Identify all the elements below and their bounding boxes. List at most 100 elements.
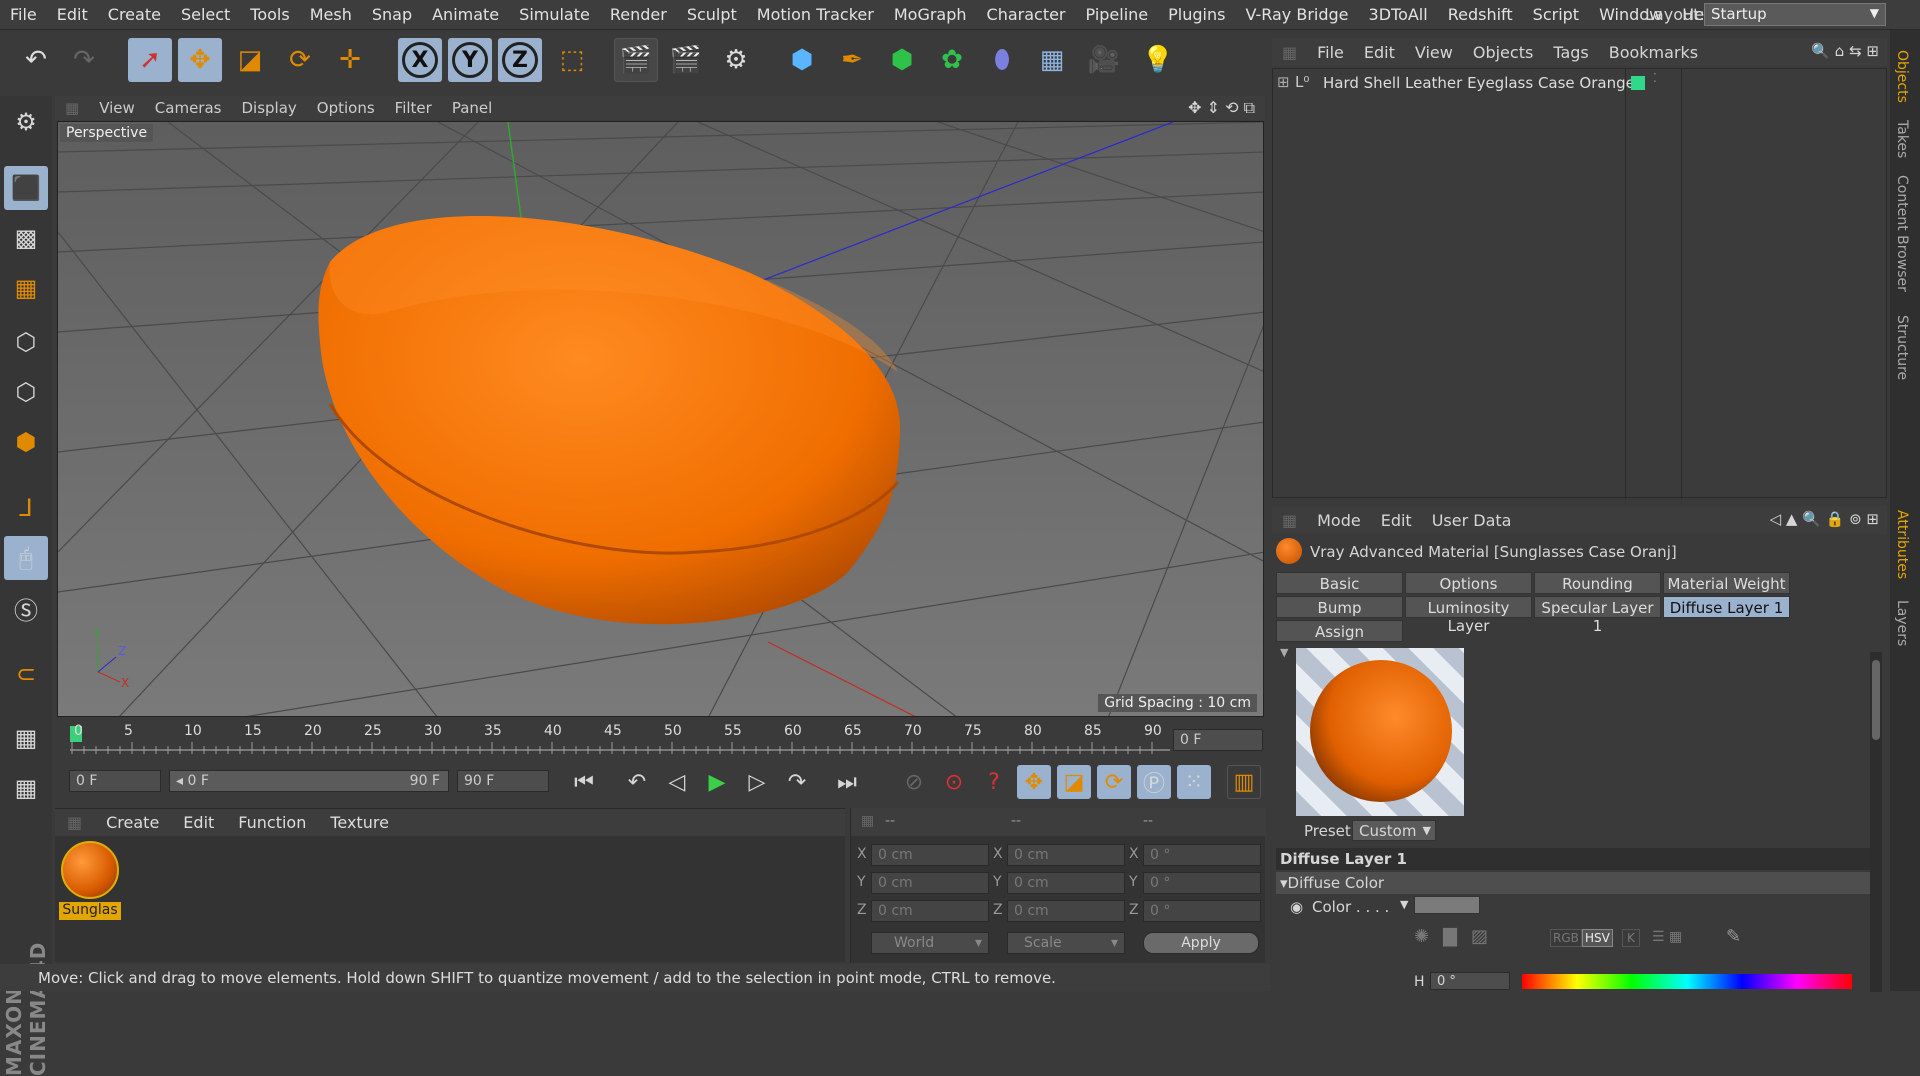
chevron-down-icon[interactable]: ▼ (1400, 898, 1408, 911)
menu-simulate[interactable]: Simulate (509, 5, 600, 24)
object-row[interactable]: ⊞ L⁰ Hard Shell Leather Eyeglass Case Or… (1273, 71, 1883, 95)
menu-character[interactable]: Character (977, 5, 1076, 24)
solo-button[interactable]: Ⓢ (4, 586, 48, 630)
vp-menu-filter[interactable]: Filter (385, 99, 442, 117)
model-mode-button[interactable]: ⬛ (4, 166, 48, 210)
keyframe-selection-button[interactable]: ? (977, 765, 1011, 799)
mat-menu-create[interactable]: Create (94, 813, 171, 832)
visibility-dots-icon[interactable]: ⁚ (1653, 71, 1657, 85)
polygons-mode-button[interactable]: ⬢ (4, 420, 48, 464)
size-mode-select[interactable]: Scale ▾ (1007, 932, 1125, 954)
preset-select[interactable]: Custom ▼ (1352, 820, 1436, 841)
side-tab-layers[interactable]: Layers (1894, 600, 1910, 646)
rot-p-field[interactable]: 0 ° (1143, 872, 1261, 894)
viewport-perspective[interactable]: Y X Z Perspective Grid Spacing : 10 cm (57, 121, 1264, 717)
tab-options[interactable]: Options (1405, 572, 1532, 594)
subsection-header[interactable]: ▾Diffuse Color (1276, 872, 1870, 894)
move-tool-button[interactable]: ✥ (178, 38, 222, 82)
mixer-icon[interactable]: ☰ ▦ (1652, 929, 1682, 945)
x-axis-lock-button[interactable]: X (398, 38, 442, 82)
axis-mode-button[interactable]: ⅃ (4, 486, 48, 530)
go-to-start-button[interactable]: ⏮ (567, 765, 601, 799)
coord-system-select[interactable]: World ▾ (871, 932, 989, 954)
vp-menu-view[interactable]: View (89, 99, 145, 117)
tab-specular-layer-1[interactable]: Specular Layer 1 (1534, 596, 1661, 635)
viewport-nav-icons[interactable]: ✥ ⇕ ⟲ ⧉ (1188, 98, 1255, 118)
menu-animate[interactable]: Animate (422, 5, 509, 24)
size-z-field[interactable]: 0 cm (1007, 900, 1125, 922)
add-spline-button[interactable]: ✒ (830, 38, 874, 82)
mat-menu-function[interactable]: Function (226, 813, 318, 832)
pos-x-field[interactable]: 0 cm (871, 844, 989, 866)
next-frame-button[interactable]: ▷ (740, 765, 774, 799)
add-camera-button[interactable]: 🎥 (1082, 38, 1126, 82)
redo-button[interactable]: ↷ (62, 38, 106, 82)
side-tab-structure[interactable]: Structure (1894, 315, 1910, 380)
rot-h-field[interactable]: 0 ° (1143, 844, 1261, 866)
layout-select[interactable]: Startup ▼ (1704, 3, 1886, 26)
menu-mesh[interactable]: Mesh (300, 5, 362, 24)
side-tab-objects[interactable]: Objects (1894, 50, 1910, 103)
tab-diffuse-layer-1[interactable]: Diffuse Layer 1 (1663, 596, 1790, 618)
mat-menu-edit[interactable]: Edit (171, 813, 226, 832)
planar-workplane-button[interactable]: ▦ (4, 766, 48, 810)
current-frame-field[interactable]: 0 F (1173, 729, 1263, 751)
material-name-label[interactable]: Sunglas (59, 902, 121, 920)
tab-luminosity-layer[interactable]: Luminosity Layer (1405, 596, 1532, 635)
frame-range-slider[interactable]: ◂ 0 F 90 F (169, 770, 449, 792)
make-editable-button[interactable]: ⚙ (4, 100, 48, 144)
key-pla-button[interactable]: ⁙ (1177, 765, 1211, 799)
key-rotation-button[interactable]: ⟳ (1097, 765, 1131, 799)
size-x-field[interactable]: 0 cm (1007, 844, 1125, 866)
menu-mograph[interactable]: MoGraph (884, 5, 977, 24)
texture-mode-button[interactable]: ▩ (4, 216, 48, 260)
menu-sculpt[interactable]: Sculpt (677, 5, 747, 24)
side-tab-attributes[interactable]: Attributes (1894, 510, 1910, 579)
add-mograph-button[interactable]: ✿ (930, 38, 974, 82)
obj-menu-objects[interactable]: Objects (1463, 43, 1543, 62)
previous-key-button[interactable]: ↶ (620, 765, 654, 799)
obj-menu-bookmarks[interactable]: Bookmarks (1599, 43, 1708, 62)
expand-plus-icon[interactable]: ⊞ (1277, 73, 1290, 91)
tab-assign[interactable]: Assign (1276, 620, 1403, 642)
side-tab-takes[interactable]: Takes (1894, 120, 1910, 158)
attr-menu-user-data[interactable]: User Data (1422, 511, 1522, 530)
y-axis-lock-button[interactable]: Y (448, 38, 492, 82)
hsv-mode-button[interactable]: HSV (1582, 929, 1613, 947)
add-floor-button[interactable]: ▦ (1030, 38, 1074, 82)
vp-menu-options[interactable]: Options (307, 99, 385, 117)
attr-menu-edit[interactable]: Edit (1371, 511, 1422, 530)
previous-frame-button[interactable]: ◁ (660, 765, 694, 799)
menu-vray-bridge[interactable]: V-Ray Bridge (1235, 5, 1358, 24)
autokey-button[interactable]: ⊙ (937, 765, 971, 799)
hue-slider[interactable] (1522, 974, 1852, 989)
menu-select[interactable]: Select (171, 5, 240, 24)
end-frame-field[interactable]: 90 F (457, 770, 549, 792)
menu-3dtoall[interactable]: 3DToAll (1359, 5, 1438, 24)
object-manager-tool-icons[interactable]: 🔍 ⌂ ⇆ ⊞ (1811, 42, 1879, 60)
mat-menu-texture[interactable]: Texture (318, 813, 401, 832)
coordinate-system-button[interactable]: ⬚ (550, 38, 594, 82)
attributes-scrollbar[interactable] (1870, 652, 1882, 992)
collapse-triangle-icon[interactable]: ▼ (1280, 646, 1288, 659)
edges-mode-button[interactable]: ⬡ (4, 370, 48, 414)
tab-rounding[interactable]: Rounding (1534, 572, 1661, 594)
next-key-button[interactable]: ↷ (780, 765, 814, 799)
attr-menu-mode[interactable]: Mode (1307, 511, 1371, 530)
menu-pipeline[interactable]: Pipeline (1076, 5, 1159, 24)
apply-button[interactable]: Apply (1143, 932, 1259, 954)
menu-script[interactable]: Script (1523, 5, 1589, 24)
lock-workplane-button[interactable]: ▦ (4, 716, 48, 760)
color-swatch[interactable] (1414, 896, 1480, 914)
start-frame-field[interactable]: 0 F (69, 770, 161, 792)
add-generator-button[interactable]: ⬢ (880, 38, 924, 82)
obj-menu-tags[interactable]: Tags (1543, 43, 1598, 62)
menu-redshift[interactable]: Redshift (1438, 5, 1523, 24)
layer-color-swatch[interactable] (1631, 76, 1645, 90)
scrollbar-thumb[interactable] (1872, 660, 1880, 740)
scale-tool-button[interactable]: ◪ (228, 38, 272, 82)
pos-z-field[interactable]: 0 cm (871, 900, 989, 922)
play-button[interactable]: ▶ (700, 765, 734, 799)
rot-b-field[interactable]: 0 ° (1143, 900, 1261, 922)
snap-button[interactable]: ⊂ (4, 652, 48, 696)
